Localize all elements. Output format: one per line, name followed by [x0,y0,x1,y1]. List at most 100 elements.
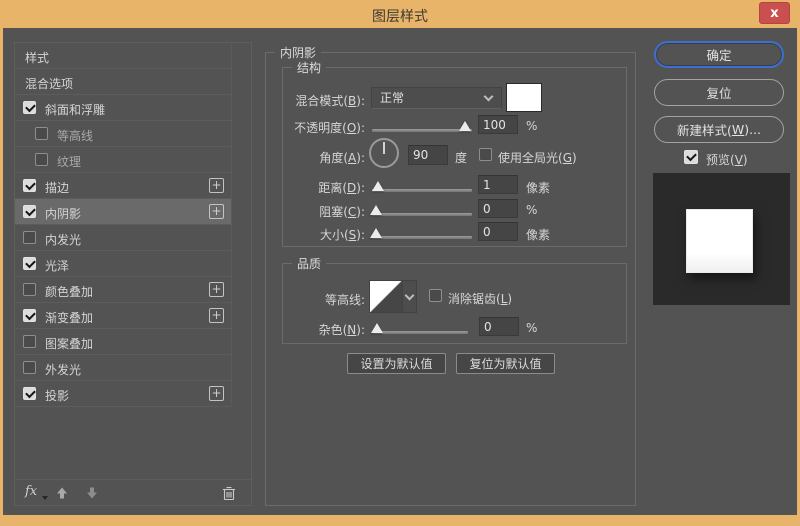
list-item-stroke[interactable]: 描边 + [15,173,231,199]
fx-menu-button[interactable]: fx [25,484,37,499]
style-list-panel: 样式 混合选项 斜面和浮雕 等高线 纹理 描边 + 内阴影 + 内发光 光泽 颜… [14,42,252,506]
global-light-checkbox[interactable] [479,148,492,161]
size-slider[interactable] [370,228,472,239]
contour-picker[interactable] [369,280,417,313]
shadow-color-swatch[interactable] [506,83,542,112]
opacity-slider-thumb[interactable] [459,121,471,131]
add-instance-icon[interactable]: + [209,308,224,323]
contour-thumbnail[interactable] [370,281,402,312]
noise-slider-thumb[interactable] [371,323,383,333]
list-item-blending-options[interactable]: 混合选项 [15,69,231,95]
chevron-down-icon [404,290,415,301]
size-input[interactable] [478,222,518,241]
distance-label: 距离(D): [318,181,365,195]
blend-mode-select[interactable]: 正常 [371,87,502,109]
list-item-inner-glow[interactable]: 内发光 [15,225,231,251]
quality-group: 品质 等高线: 消除锯齿(L) 杂色(N): % [282,255,627,344]
dialog-title: 图层样式 [372,9,428,25]
add-instance-icon[interactable]: + [209,386,224,401]
fx-caret-icon [42,496,48,500]
noise-slider[interactable] [371,323,468,334]
move-effect-down-button[interactable] [85,486,99,503]
reset-default-button[interactable]: 复位为默认值 [456,353,555,374]
move-effect-up-button[interactable] [55,486,69,503]
list-item-label: 光泽 [45,259,70,273]
noise-input[interactable] [479,317,519,336]
list-item-gradient-overlay[interactable]: 渐变叠加 + [15,303,231,329]
ok-button[interactable]: 确定 [654,41,784,68]
antialias-checkbox[interactable] [429,289,442,302]
list-item-satin[interactable]: 光泽 [15,251,231,277]
distance-input[interactable] [478,175,518,194]
list-item-outer-glow[interactable]: 外发光 [15,355,231,381]
choke-input[interactable] [478,199,518,218]
checkbox[interactable] [23,309,36,322]
distance-slider-thumb[interactable] [372,181,384,191]
checkbox[interactable] [35,127,48,140]
opacity-slider[interactable] [372,121,472,132]
list-item-inner-shadow[interactable]: 内阴影 + [15,199,231,225]
blend-mode-label: 混合模式(B): [295,94,365,108]
checkbox[interactable] [23,231,36,244]
list-item-contour[interactable]: 等高线 [15,121,231,147]
list-item-label: 纹理 [57,155,82,169]
list-item-label: 颜色叠加 [45,285,94,299]
add-instance-icon[interactable]: + [209,204,224,219]
list-item-bevel-emboss[interactable]: 斜面和浮雕 [15,95,231,121]
delete-effect-button[interactable] [221,485,237,504]
preview-label: 预览(V) [706,153,748,167]
add-instance-icon[interactable]: + [209,178,224,193]
structure-legend: 结构 [292,59,327,76]
size-slider-thumb[interactable] [370,228,382,238]
effects-toolbar: fx [15,479,251,505]
list-item-color-overlay[interactable]: 颜色叠加 + [15,277,231,303]
reset-button[interactable]: 复位 [654,79,784,106]
angle-label: 角度(A): [319,151,365,165]
choke-slider-thumb[interactable] [370,205,382,215]
list-item-label: 等高线 [57,129,94,143]
choke-label: 阻塞(C): [319,205,365,219]
chevron-down-icon [483,91,494,102]
close-button[interactable]: x [759,2,790,24]
quality-legend: 品质 [292,255,327,272]
checkbox[interactable] [23,283,36,296]
angle-dial[interactable] [369,138,399,168]
list-item-label: 渐变叠加 [45,311,94,325]
checkbox[interactable] [23,361,36,374]
list-item-label: 内发光 [45,233,82,247]
add-instance-icon[interactable]: + [209,282,224,297]
checkbox[interactable] [23,205,36,218]
arrow-up-icon [57,487,67,499]
trash-icon [223,486,235,501]
arrow-down-icon [87,487,97,499]
list-item-label: 外发光 [45,363,82,377]
angle-input[interactable] [408,145,448,165]
checkbox[interactable] [23,335,36,348]
angle-needle [383,142,385,154]
contour-dropdown-button[interactable] [402,281,416,312]
close-icon: x [770,5,779,21]
structure-group: 结构 混合模式(B): 正常 不透明度(O): % 角度(A): [282,59,627,247]
distance-slider[interactable] [372,181,472,192]
list-item-styles[interactable]: 样式 [15,43,231,69]
checkbox[interactable] [23,101,36,114]
checkbox[interactable] [35,153,48,166]
checkbox[interactable] [23,387,36,400]
opacity-input[interactable] [478,115,518,134]
noise-unit: % [526,321,538,335]
size-unit: 像素 [526,228,551,242]
list-scrollbar[interactable] [232,43,251,478]
new-style-button[interactable]: 新建样式(W)... [654,116,784,143]
contour-label: 等高线: [324,293,365,307]
list-item-label: 斜面和浮雕 [45,103,106,117]
titlebar[interactable]: 图层样式 x [0,0,800,28]
checkbox[interactable] [23,257,36,270]
list-item-drop-shadow[interactable]: 投影 + [15,381,231,407]
list-item-pattern-overlay[interactable]: 图案叠加 [15,329,231,355]
choke-slider[interactable] [370,205,472,216]
preview-checkbox[interactable] [684,150,698,164]
opacity-unit: % [526,119,538,133]
checkbox[interactable] [23,179,36,192]
list-item-texture[interactable]: 纹理 [15,147,231,173]
set-default-button[interactable]: 设置为默认值 [347,353,446,374]
